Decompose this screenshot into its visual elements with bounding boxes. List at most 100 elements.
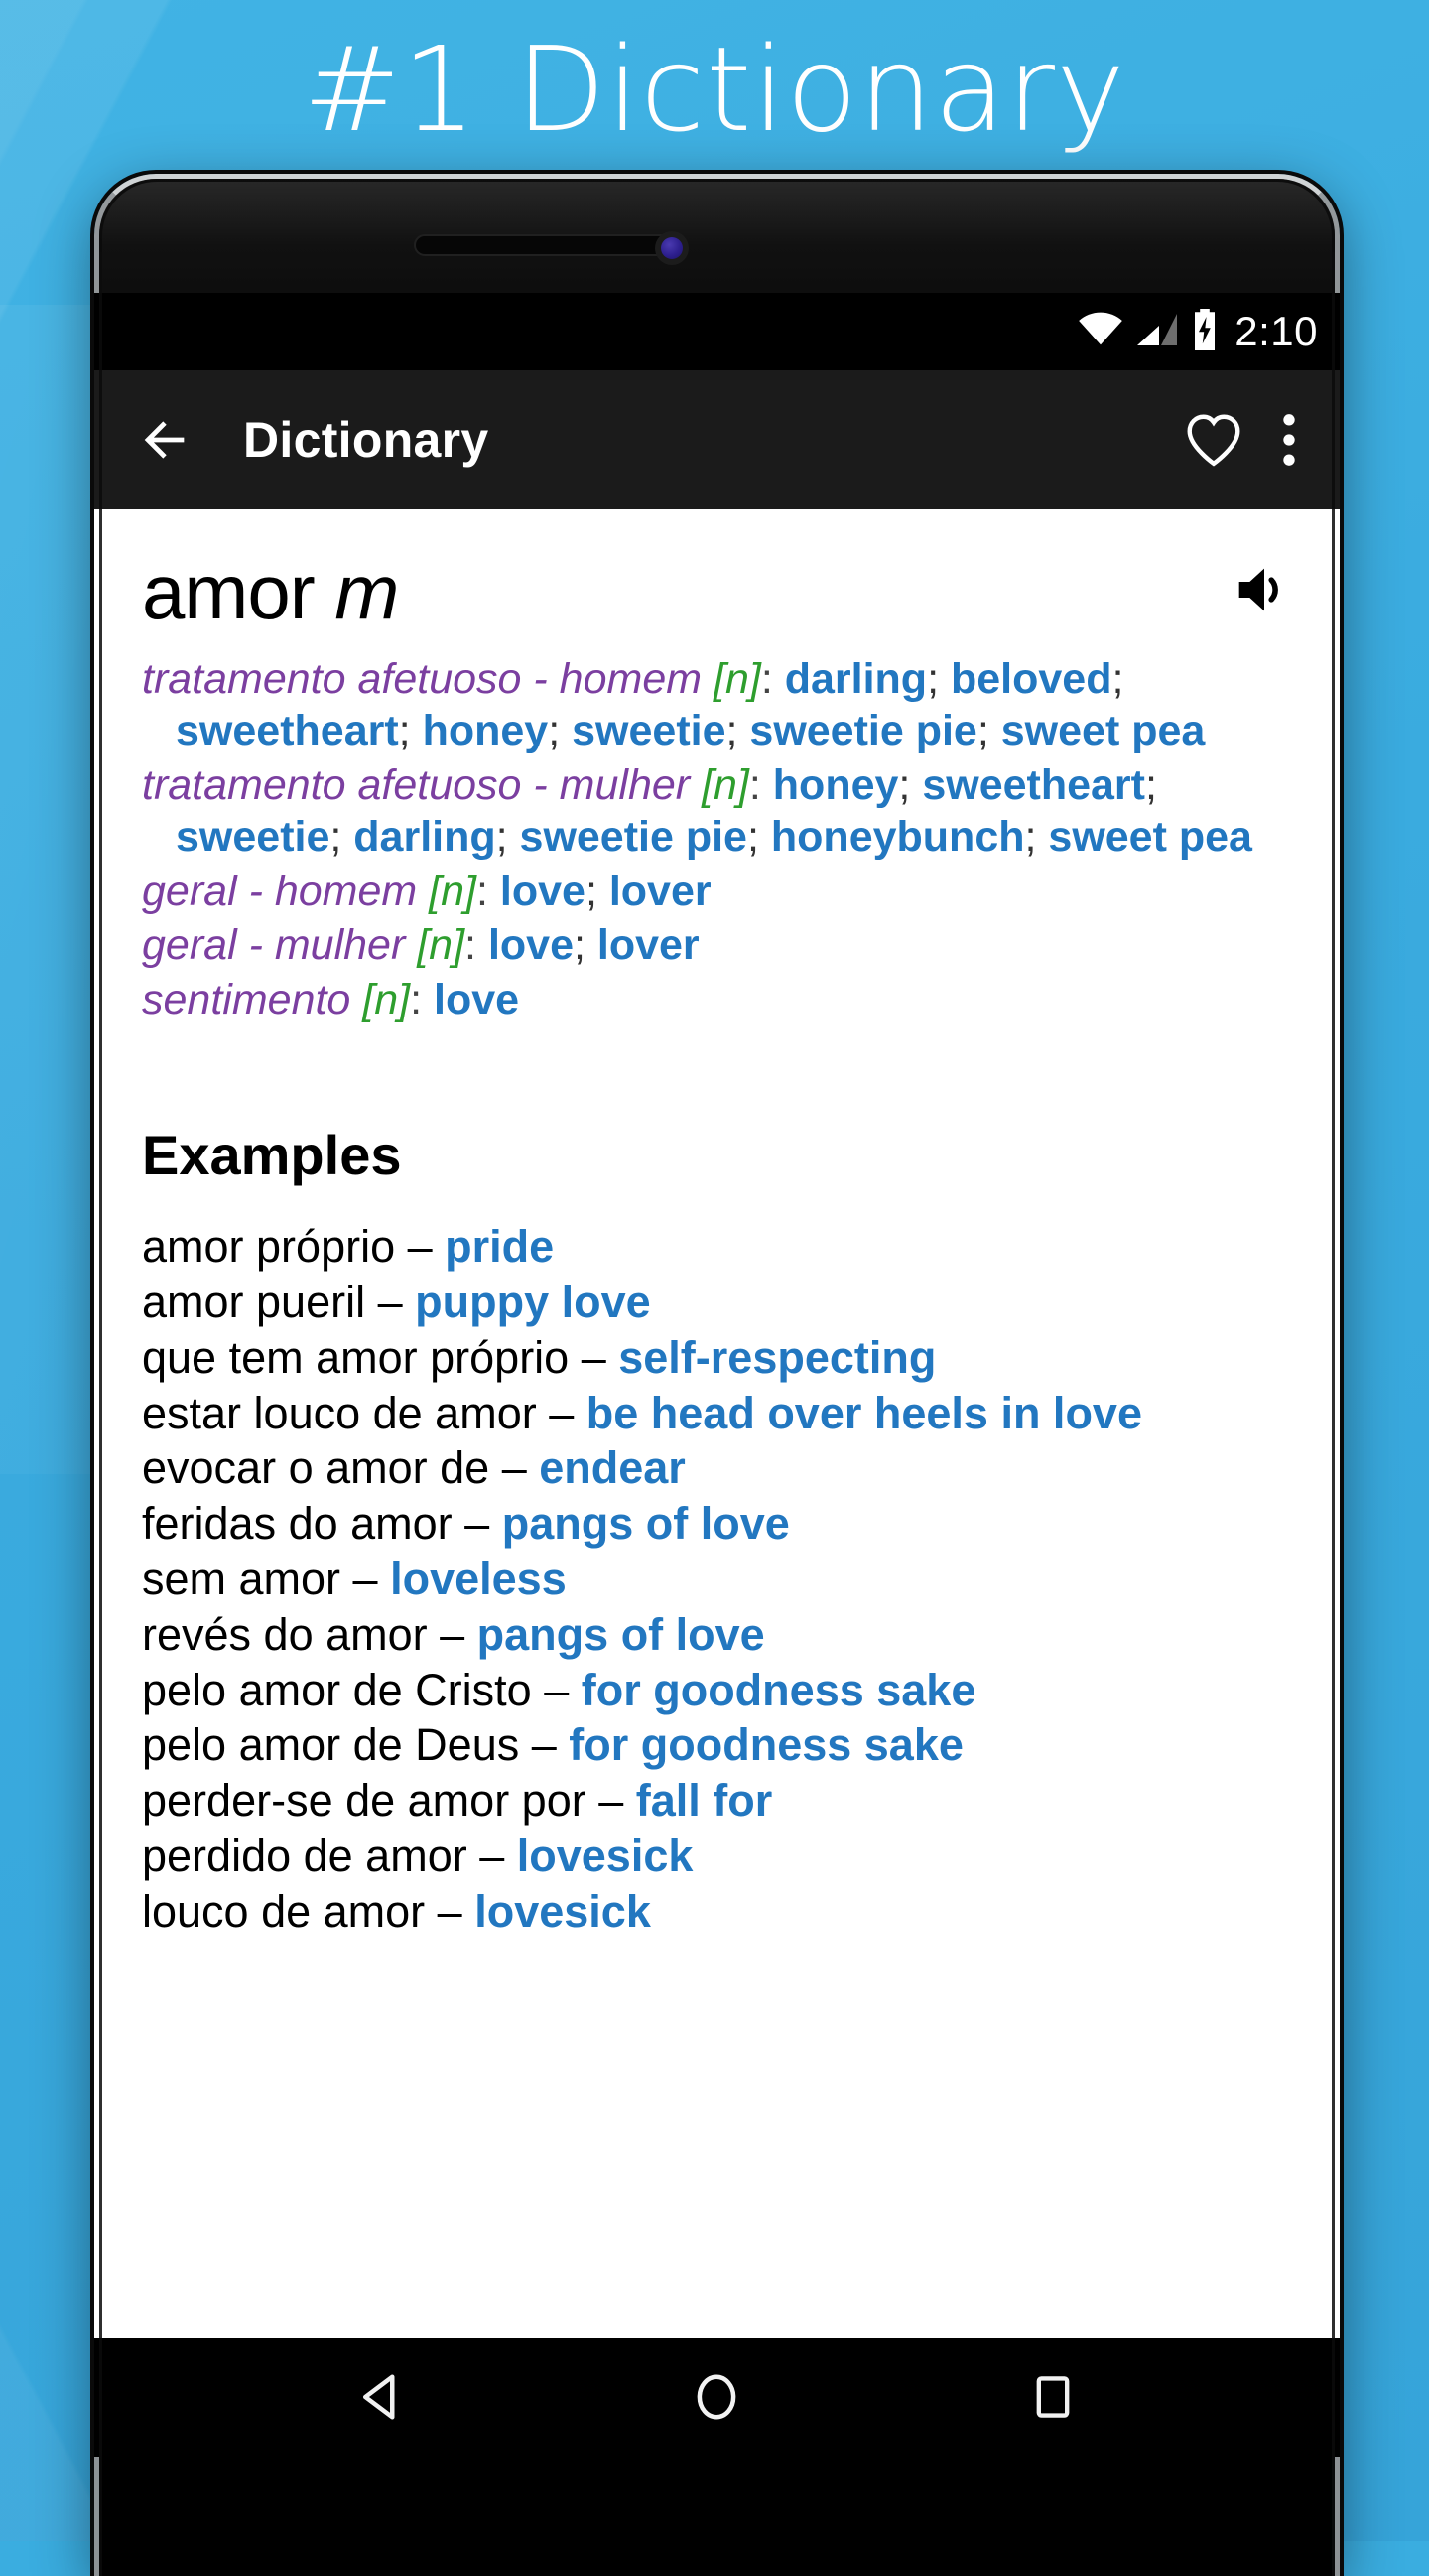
translation-link[interactable]: sweetheart [176,707,399,754]
front-camera-icon [655,231,689,265]
translation-link[interactable]: sweetie pie [520,813,747,861]
examples-list: amor próprio – pride amor pueril – puppy … [124,1219,1310,1939]
example-translation[interactable]: loveless [390,1554,567,1604]
example-translation[interactable]: for goodness sake [582,1665,976,1715]
phone-screen: 2:10 Dictionary amor m tratamento afetuo… [94,293,1340,2457]
example-dash: – [427,1608,477,1660]
sense-context: geral - mulher [142,921,418,970]
translation-link[interactable]: honeybunch [771,813,1025,861]
example-translation[interactable]: self-respecting [618,1332,936,1383]
example-dash: – [531,1664,582,1715]
translation-separator: ; [746,813,771,862]
overflow-menu-icon[interactable] [1280,409,1298,471]
nav-home-icon[interactable] [657,2371,776,2424]
sense-row: tratamento afetuoso - homem [n]: darling… [142,653,1292,757]
part-of-speech: [n] [417,921,465,970]
example-dash: – [519,1719,570,1771]
dictionary-entry-content: amor m tratamento afetuoso - homem [n]: … [94,509,1340,2457]
heart-outline-icon[interactable] [1183,409,1244,471]
sense-colon: : [748,760,773,809]
translation-link[interactable]: lover [609,868,712,915]
example-row[interactable]: perder-se de amor por – fall for [142,1773,1292,1829]
sense-row: sentimento [n]: love [142,974,1292,1025]
example-translation[interactable]: pangs of love [477,1609,765,1660]
example-row[interactable]: revés do amor – pangs of love [142,1607,1292,1663]
example-dash: – [365,1276,416,1327]
example-source-term: louco de amor [142,1885,426,1937]
translation-link[interactable]: love [434,976,519,1023]
translation-link[interactable]: beloved [951,655,1112,703]
part-of-speech: [n] [702,760,749,809]
example-source-term: amor próprio [142,1221,396,1273]
example-dash: – [489,1442,540,1494]
example-row[interactable]: evocar o amor de – endear [142,1440,1292,1496]
wifi-icon [1078,312,1123,352]
battery-charging-icon [1191,308,1219,355]
translation-link[interactable]: honey [773,761,899,809]
example-row[interactable]: pelo amor de Deus – for goodness sake [142,1717,1292,1773]
sense-context: geral - homem [142,867,430,915]
example-source-term: perder-se de amor por [142,1775,586,1827]
example-row[interactable]: estar louco de amor – be head over heels… [142,1386,1292,1441]
example-translation[interactable]: puppy love [415,1277,651,1327]
translation-separator: ; [1024,813,1049,862]
headword-row: amor m [124,509,1310,647]
example-translation[interactable]: lovesick [474,1886,651,1937]
earpiece-speaker-icon [414,234,672,256]
example-row[interactable]: amor próprio – pride [142,1219,1292,1275]
example-row[interactable]: amor pueril – puppy love [142,1275,1292,1330]
translation-link[interactable]: darling [353,813,495,861]
speaker-icon[interactable] [1229,558,1292,626]
translation-link[interactable]: darling [785,655,927,703]
sense-colon: : [475,867,500,915]
nav-back-icon[interactable] [322,2371,441,2424]
translation-link[interactable]: love [488,921,574,969]
nav-recents-icon[interactable] [993,2371,1112,2424]
android-navigation-bar [94,2338,1340,2457]
translation-link[interactable]: sweetie [572,707,725,754]
translation-link[interactable]: honey [423,707,549,754]
example-translation[interactable]: fall for [636,1775,773,1826]
example-translation[interactable]: endear [539,1442,686,1493]
translation-link[interactable]: sweetie pie [749,707,976,754]
part-of-speech: [n] [714,655,761,703]
example-row[interactable]: que tem amor próprio – self-respecting [142,1330,1292,1386]
sense-list: tratamento afetuoso - homem [n]: darling… [124,647,1310,1025]
example-row[interactable]: pelo amor de Cristo – for goodness sake [142,1663,1292,1718]
example-dash: – [395,1221,446,1273]
translation-separator: ; [1145,760,1157,809]
sense-row: tratamento afetuoso - mulher [n]: honey;… [142,759,1292,864]
example-row[interactable]: louco de amor – lovesick [142,1884,1292,1940]
example-source-term: estar louco de amor [142,1387,537,1438]
example-row[interactable]: sem amor – loveless [142,1552,1292,1607]
translation-separator: ; [976,707,1001,755]
translation-separator: ; [329,813,354,862]
sense-colon: : [464,921,488,970]
example-dash: – [425,1885,475,1937]
example-source-term: perdido de amor [142,1830,467,1881]
example-translation[interactable]: pride [445,1221,554,1272]
translation-link[interactable]: love [500,868,585,915]
example-source-term: feridas do amor [142,1498,453,1550]
translation-link[interactable]: sweet pea [1001,707,1206,754]
example-dash: – [536,1387,586,1438]
example-translation[interactable]: be head over heels in love [586,1388,1142,1438]
example-row[interactable]: feridas do amor – pangs of love [142,1496,1292,1552]
translation-link[interactable]: sweetie [176,813,329,861]
translation-separator: ; [398,707,423,755]
sense-row: geral - mulher [n]: love; lover [142,919,1292,971]
translation-separator: ; [927,655,951,703]
example-translation[interactable]: pangs of love [502,1498,790,1549]
translation-link[interactable]: sweetheart [922,761,1145,809]
example-source-term: que tem amor próprio [142,1331,570,1383]
headword-text: amor [142,548,316,635]
promo-headline: #1 Dictionary [303,21,1126,158]
translation-link[interactable]: sweet pea [1048,813,1252,861]
headword-gender: m [334,548,399,635]
example-translation[interactable]: lovesick [517,1830,694,1881]
back-arrow-icon[interactable] [136,411,194,469]
example-row[interactable]: perdido de amor – lovesick [142,1829,1292,1884]
example-translation[interactable]: for goodness sake [569,1719,964,1770]
translation-link[interactable]: lover [597,921,700,969]
example-source-term: revés do amor [142,1608,428,1660]
